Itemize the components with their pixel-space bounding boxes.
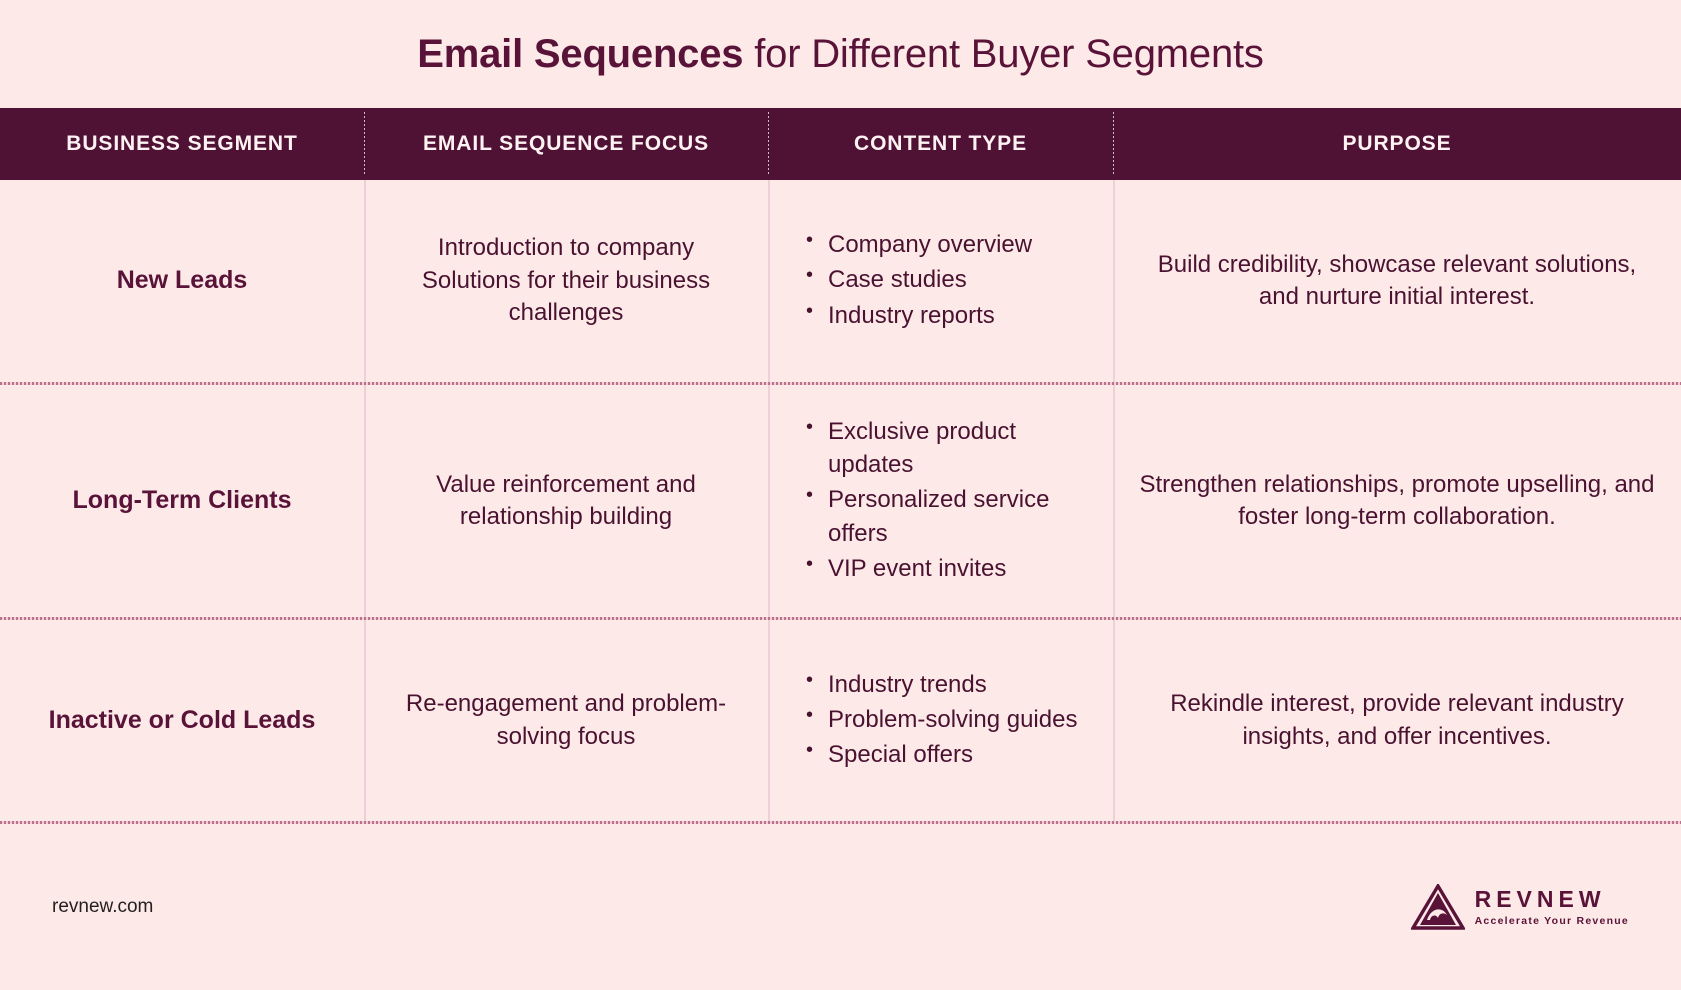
page-title-bold: Email Sequences	[417, 31, 744, 76]
focus-text: Value reinforcement and relationship bui…	[436, 470, 696, 530]
triangle-wave-icon	[1409, 882, 1466, 930]
segment-label: New Leads	[116, 266, 248, 295]
list-item: VIP event invites	[802, 551, 1099, 585]
cell-content-type: Exclusive product updates Personalized s…	[768, 385, 1113, 617]
list-item: Industry trends	[802, 667, 1099, 701]
segment-label: Long-Term Clients	[72, 486, 292, 515]
table-row: Inactive or Cold Leads Re-engagement and…	[0, 620, 1681, 821]
focus-text: Introduction to company Solutions for th…	[421, 234, 711, 327]
list-item: Company overview	[802, 227, 1099, 261]
list-item: Personalized service offers	[802, 482, 1099, 549]
footer: revnew.com REVNEW Accelerate Your Revenu…	[0, 824, 1681, 990]
column-header-content-type: CONTENT TYPE	[768, 108, 1113, 180]
table-row: New Leads Introduction to company Soluti…	[0, 180, 1681, 382]
content-type-list: Industry trends Problem-solving guides S…	[802, 667, 1099, 773]
list-item: Case studies	[802, 262, 1099, 296]
cell-purpose: Strengthen relationships, promote upsell…	[1113, 385, 1681, 617]
segment-label: Inactive or Cold Leads	[48, 705, 316, 734]
table-row: Long-Term Clients Value reinforcement an…	[0, 385, 1681, 617]
logo-name: REVNEW	[1474, 885, 1606, 912]
footer-url[interactable]: revnew.com	[52, 896, 153, 918]
column-header-business-segment: BUSINESS SEGMENT	[66, 132, 298, 155]
page-title-regular: for Different Buyer Segments	[743, 31, 1264, 76]
table-header-row: BUSINESS SEGMENT EMAIL SEQUENCE FOCUS CO…	[0, 108, 1681, 180]
logo-text-group: REVNEW Accelerate Your Revenue	[1474, 885, 1629, 927]
cell-content-type: Company overview Case studies Industry r…	[768, 180, 1113, 382]
cell-email-sequence-focus: Re-engagement and problem-solving focus	[364, 620, 768, 821]
focus-text: Re-engagement and problem-solving focus	[405, 690, 727, 750]
content-type-list: Exclusive product updates Personalized s…	[802, 414, 1099, 587]
cell-business-segment: Long-Term Clients	[0, 385, 364, 617]
page-title: Email Sequences for Different Buyer Segm…	[0, 0, 1681, 108]
column-header-email-sequence-focus: EMAIL SEQUENCE FOCUS	[364, 108, 768, 180]
cell-content-type: Industry trends Problem-solving guides S…	[768, 620, 1113, 821]
infographic-page: Email Sequences for Different Buyer Segm…	[0, 0, 1681, 990]
cell-email-sequence-focus: Value reinforcement and relationship bui…	[364, 385, 768, 617]
revnew-logo[interactable]: REVNEW Accelerate Your Revenue	[1409, 882, 1629, 930]
cell-business-segment: New Leads	[0, 180, 364, 382]
purpose-text: Strengthen relationships, promote upsell…	[1139, 470, 1655, 530]
purpose-text: Rekindle interest, provide relevant indu…	[1170, 690, 1624, 750]
cell-business-segment: Inactive or Cold Leads	[0, 620, 364, 821]
cell-purpose: Build credibility, showcase relevant sol…	[1113, 180, 1681, 382]
cell-email-sequence-focus: Introduction to company Solutions for th…	[364, 180, 768, 382]
column-header-purpose: PURPOSE	[1113, 108, 1681, 180]
content-type-list: Company overview Case studies Industry r…	[802, 227, 1099, 333]
list-item: Special offers	[802, 737, 1099, 771]
logo-tagline: Accelerate Your Revenue	[1474, 914, 1629, 927]
list-item: Problem-solving guides	[802, 702, 1099, 736]
list-item: Exclusive product updates	[802, 414, 1099, 481]
comparison-table: BUSINESS SEGMENT EMAIL SEQUENCE FOCUS CO…	[0, 108, 1681, 824]
purpose-text: Build credibility, showcase relevant sol…	[1157, 250, 1637, 310]
list-item: Industry reports	[802, 298, 1099, 332]
cell-purpose: Rekindle interest, provide relevant indu…	[1113, 620, 1681, 821]
